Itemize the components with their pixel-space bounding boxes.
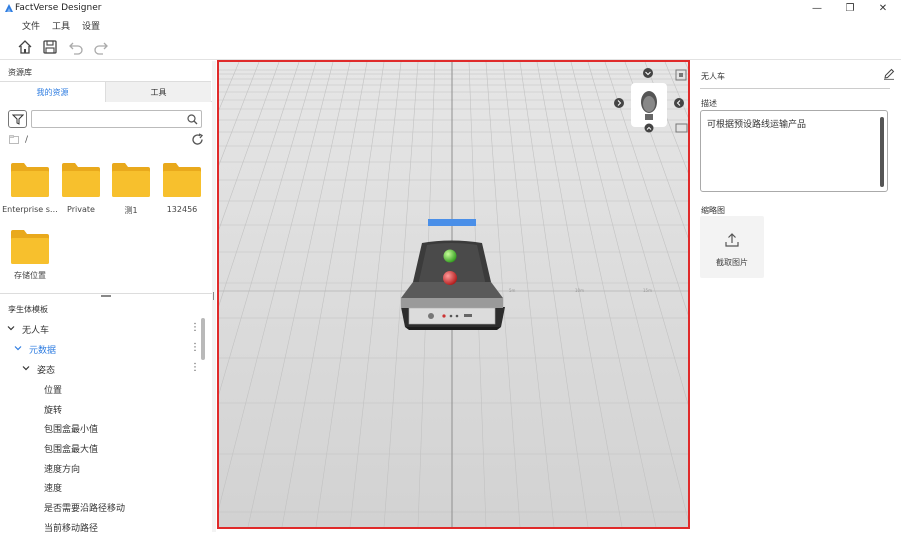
app-title: FactVerse Designer [15, 3, 102, 13]
tree-label: 包围盒最小值 [44, 425, 99, 435]
search-field[interactable] [34, 112, 184, 126]
selection-label-bar[interactable] [428, 219, 476, 226]
folder-icon [163, 163, 201, 197]
twin-templates-title: 孪生体模板 [8, 305, 48, 314]
close-button[interactable]: ✕ [871, 1, 895, 16]
search-input[interactable] [31, 110, 202, 128]
folder-label: 132456 [166, 205, 198, 214]
tree-scrollbar[interactable] [201, 318, 205, 360]
capture-image-label: 截取图片 [716, 258, 748, 267]
resource-tabs: 我的资源 工具 [0, 81, 212, 102]
menu-tools[interactable]: 工具 [52, 19, 70, 32]
folder-path-icon [9, 135, 19, 144]
resources-title: 资源库 [8, 68, 32, 77]
description-text[interactable]: 可根据预设路线运输产品 [707, 117, 806, 130]
search-icon[interactable] [187, 114, 198, 125]
home-icon[interactable] [17, 39, 33, 55]
description-textarea[interactable]: 可根据预设路线运输产品 [700, 110, 888, 192]
menu-file[interactable]: 文件 [22, 19, 40, 32]
tree-row[interactable]: 包围盒最大值 [0, 439, 205, 457]
chevron-down-icon[interactable] [22, 364, 30, 372]
splitter-grip-icon [213, 292, 214, 300]
menu-settings[interactable]: 设置 [82, 19, 100, 32]
tree-row[interactable]: 位置 [0, 380, 205, 398]
folder-label: Enterprise s… [2, 205, 58, 214]
refresh-icon[interactable] [191, 133, 204, 146]
tree-row[interactable]: 元数据 ⋮ [0, 340, 205, 358]
tree-label: 元数据 [29, 346, 57, 356]
edit-pencil-icon[interactable] [883, 68, 895, 80]
tree-label: 当前移动路径 [44, 524, 99, 534]
object-name: 无人车 [701, 72, 725, 81]
tree-label: 是否需要沿路径移动 [44, 504, 126, 514]
scene-canvas[interactable]: 5m 10m 15m [219, 62, 688, 527]
scale-tick: 15m [643, 288, 652, 293]
tree-label: 位置 [44, 386, 63, 396]
horizontal-splitter[interactable] [0, 293, 212, 297]
description-scrollbar[interactable] [880, 117, 884, 187]
folder-icon [112, 163, 150, 197]
save-icon[interactable] [42, 39, 58, 55]
tree-label: 无人车 [22, 326, 50, 336]
menu-bar: 文件 工具 设置 [0, 17, 901, 34]
minimize-button[interactable]: — [805, 1, 829, 16]
more-options-icon[interactable]: ⋮ [190, 322, 200, 334]
splitter-grip-icon [101, 295, 111, 297]
more-options-icon[interactable]: ⋮ [190, 362, 200, 374]
filter-button[interactable] [8, 110, 27, 128]
scale-tick: 5m [509, 288, 516, 293]
folder-icon [62, 163, 100, 197]
upload-icon [725, 233, 739, 247]
tree-label: 旋转 [44, 406, 63, 416]
undo-icon[interactable] [68, 39, 84, 55]
folder-label: Private [67, 205, 95, 214]
tab-my-resources[interactable]: 我的资源 [0, 81, 105, 102]
toolbar [0, 34, 901, 60]
breadcrumb[interactable]: / [25, 135, 28, 145]
folder-label: 存储位置 [14, 271, 46, 280]
folder-label: 测1 [124, 206, 138, 215]
app-logo-icon [5, 4, 13, 12]
tree-row[interactable]: 当前移动路径 [0, 518, 205, 536]
tree-row[interactable]: 速度 [0, 478, 205, 496]
maximize-button[interactable]: ❐ [838, 1, 862, 16]
folder-icon [11, 230, 49, 264]
tree-label: 速度 [44, 484, 63, 494]
tree-row[interactable]: 是否需要沿路径移动 [0, 498, 205, 516]
tree-label: 速度方向 [44, 465, 81, 475]
chevron-down-icon[interactable] [7, 324, 15, 332]
capture-image-button[interactable]: 截取图片 [700, 216, 764, 278]
tree-row[interactable]: 速度方向 [0, 459, 205, 477]
name-divider [700, 88, 890, 89]
tree-row[interactable]: 无人车 ⋮ [0, 320, 205, 338]
redo-icon[interactable] [93, 39, 109, 55]
thumbnail-label: 缩略图 [701, 206, 725, 215]
tab-tools[interactable]: 工具 [105, 81, 211, 102]
filter-icon [12, 114, 24, 125]
tree-label: 包围盒最大值 [44, 445, 99, 455]
tree-label: 姿态 [37, 366, 56, 376]
description-label: 描述 [701, 99, 717, 108]
chevron-down-icon[interactable] [14, 344, 22, 352]
vertical-splitter[interactable] [212, 61, 216, 532]
more-options-icon[interactable]: ⋮ [190, 342, 200, 354]
title-bar: FactVerse Designer — ❐ ✕ [0, 0, 901, 17]
scale-tick: 10m [575, 288, 584, 293]
scene-viewport[interactable]: 5m 10m 15m [217, 60, 690, 529]
folder-icon [11, 163, 49, 197]
tree-row[interactable]: 旋转 [0, 400, 205, 418]
tree-row[interactable]: 姿态 ⋮ [0, 360, 205, 378]
tree-row[interactable]: 包围盒最小值 [0, 419, 205, 437]
